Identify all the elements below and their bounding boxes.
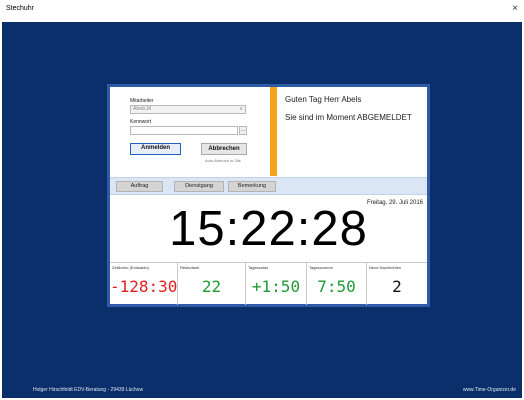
greeting-text: Guten Tag Herr Abels xyxy=(285,95,362,104)
browse-button[interactable]: ... xyxy=(239,126,247,135)
login-status-text: Sie sind im Moment ABGEMELDET xyxy=(285,113,412,122)
tab-auftrag[interactable]: Auftrag xyxy=(116,181,163,192)
stat-caption: Tagessumme xyxy=(309,265,333,270)
stat-tagessaldo: Tagessaldo +1:50 xyxy=(246,263,307,305)
stat-caption: Resturlaub xyxy=(180,265,200,270)
login-button[interactable]: Anmelden xyxy=(130,143,181,155)
clock-display: 15:22:28 xyxy=(169,202,368,256)
stat-zeitkonto: Zeitkonto (Endsaldo) -128:30 xyxy=(110,263,178,305)
stats-row: Zeitkonto (Endsaldo) -128:30 Resturlaub … xyxy=(110,262,427,305)
stat-value: 7:50 xyxy=(317,277,356,296)
stat-caption: Tagessaldo xyxy=(248,265,269,270)
action-tabs: Auftrag Dienstgang Bemerkung xyxy=(110,177,427,195)
panel-content: Mitarbeiter Abels,M ∨ Kennwort ... Anmel… xyxy=(110,87,427,305)
stat-caption: Neue Nachrichten xyxy=(369,265,402,270)
stat-nachrichten: Neue Nachrichten 2 xyxy=(367,263,427,305)
password-label: Kennwort xyxy=(130,119,152,125)
stat-value: 22 xyxy=(201,277,222,296)
stat-resturlaub: Resturlaub 22 xyxy=(178,263,246,305)
footer-company: Holger Hirschfeldt EDV-Beratung - 29439 … xyxy=(33,387,144,393)
stat-tagessumme: Tagessumme 7:50 xyxy=(307,263,367,305)
stat-caption: Zeitkonto (Endsaldo) xyxy=(112,265,149,270)
tab-dienstgang[interactable]: Dienstgang xyxy=(174,181,224,192)
employee-dropdown[interactable]: Abels,M ∨ xyxy=(130,105,246,114)
close-icon[interactable]: × xyxy=(512,3,518,14)
status-accent-bar xyxy=(270,87,277,176)
window-title: Stechuhr xyxy=(6,5,35,12)
auto-logout-note: Auto Abbruch in 28s xyxy=(205,158,241,163)
chevron-down-icon: ∨ xyxy=(239,106,243,112)
footer-website: www.Time-Organizer.de xyxy=(462,387,516,393)
stat-value: +1:50 xyxy=(251,277,301,296)
employee-label: Mitarbeiter xyxy=(130,98,154,104)
cancel-button[interactable]: Abbrechen xyxy=(201,143,247,155)
employee-value: Abels,M xyxy=(133,106,152,112)
title-bar: Stechuhr × xyxy=(0,0,524,22)
tab-bemerkung[interactable]: Bemerkung xyxy=(228,181,276,192)
login-form: Mitarbeiter Abels,M ∨ Kennwort ... Anmel… xyxy=(110,87,270,176)
password-field[interactable] xyxy=(130,126,238,135)
time-clock-panel: Mitarbeiter Abels,M ∨ Kennwort ... Anmel… xyxy=(107,84,430,307)
stat-value: -128:30 xyxy=(110,277,178,296)
stat-value: 2 xyxy=(392,277,402,296)
